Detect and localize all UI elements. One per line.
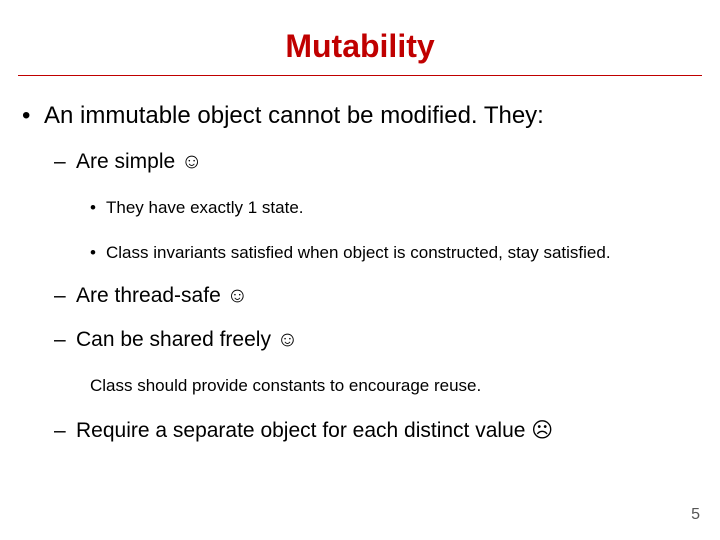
bullet-text: Require a separate object for each disti…	[76, 419, 553, 442]
bullet-text: An immutable object cannot be modified. …	[44, 102, 544, 129]
bullet-text: They have exactly 1 state.	[106, 198, 304, 217]
bullet-level3: •Class invariants satisfied when object …	[90, 239, 702, 266]
slide-body: •An immutable object cannot be modified.…	[18, 102, 702, 443]
page-number: 5	[691, 506, 700, 524]
bullet-dash-icon: –	[54, 284, 76, 308]
bullet-text: Class invariants satisfied when object i…	[106, 243, 611, 262]
bullet-level3: •They have exactly 1 state.	[90, 194, 702, 221]
bullet-text: Class should provide constants to encour…	[90, 376, 481, 395]
bullet-dot-icon: •	[90, 194, 106, 221]
slide-title: Mutability	[18, 28, 702, 65]
bullet-level2: –Require a separate object for each dist…	[54, 418, 702, 443]
bullet-level1: •An immutable object cannot be modified.…	[22, 102, 702, 130]
bullet-text: Are simple ☺	[76, 150, 202, 173]
bullet-dot-icon: •	[22, 102, 44, 130]
slide: Mutability •An immutable object cannot b…	[0, 0, 720, 540]
bullet-text: Are thread-safe ☺	[76, 284, 248, 307]
bullet-dash-icon: –	[54, 328, 76, 352]
bullet-dash-icon: –	[54, 419, 76, 443]
bullet-level3-nobullet: Class should provide constants to encour…	[90, 372, 702, 399]
title-rule	[18, 75, 702, 76]
bullet-dot-icon: •	[90, 239, 106, 266]
bullet-dash-icon: –	[54, 150, 76, 174]
bullet-level2: –Are thread-safe ☺	[54, 284, 702, 308]
bullet-level2: –Can be shared freely ☺	[54, 328, 702, 352]
bullet-text: Can be shared freely ☺	[76, 328, 298, 351]
bullet-level2: –Are simple ☺	[54, 150, 702, 174]
